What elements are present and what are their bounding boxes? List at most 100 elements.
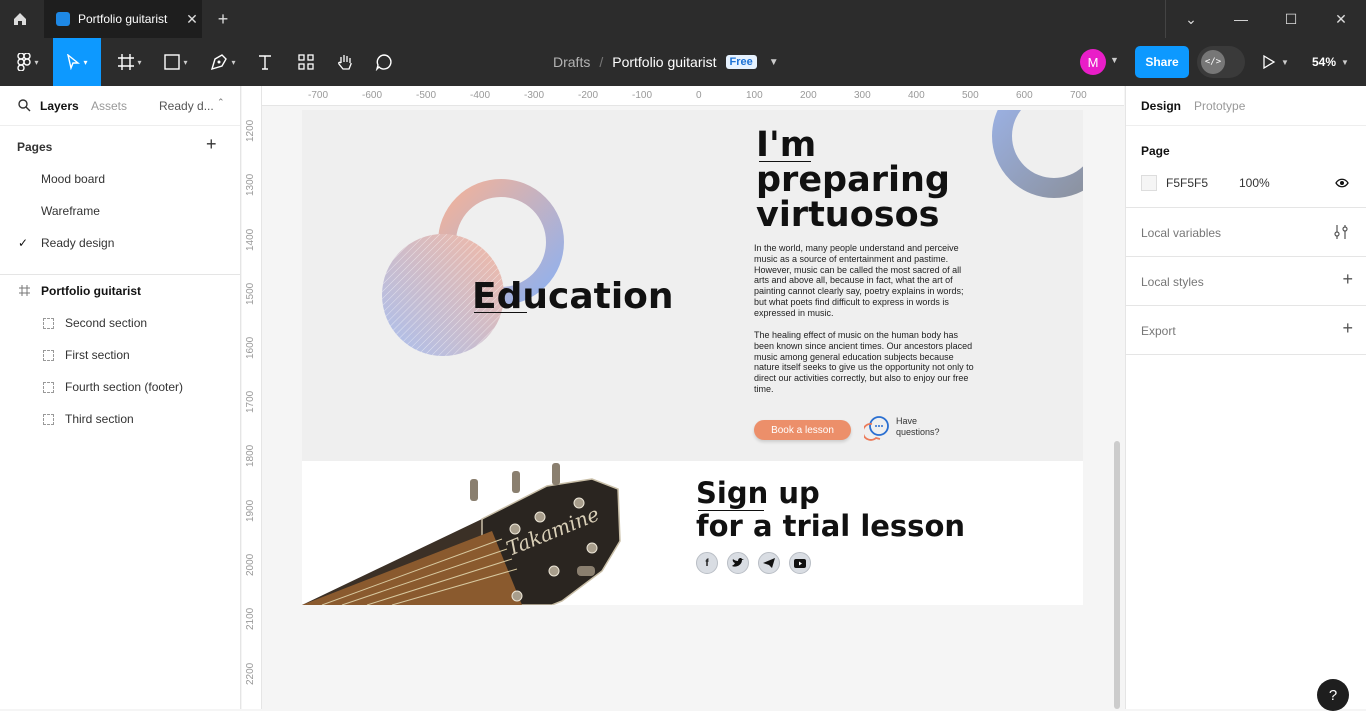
chevron-down-icon[interactable]: ⌄: [1166, 0, 1216, 38]
ruler-vertical: 1200 1300 1400 1500 1600 1700 1800 1900 …: [242, 86, 262, 709]
telegram-icon[interactable]: [758, 552, 780, 574]
play-icon: [1263, 55, 1276, 69]
page-color-value[interactable]: F5F5F5: [1166, 176, 1208, 190]
tab-prototype[interactable]: Prototype: [1194, 99, 1245, 113]
pages-heading: Pages: [17, 140, 53, 154]
design-section-signup[interactable]: Takamine Sign up for a trial lesson f: [302, 461, 1083, 605]
local-variables-section: Local variables: [1126, 208, 1366, 257]
layer-frame-portfolio[interactable]: Portfolio guitarist: [41, 284, 141, 298]
chevron-down-icon: ▾: [34, 57, 39, 67]
ruler-tick: 700: [1070, 90, 1087, 101]
main-menu-button[interactable]: ▾: [8, 38, 48, 86]
twitter-icon[interactable]: [727, 552, 749, 574]
right-panel: Design Prototype Page F5F5F5 100% Local …: [1125, 86, 1366, 709]
design-section-education[interactable]: Education I'm preparing virtuosos In the…: [302, 110, 1083, 461]
avatar[interactable]: M: [1080, 49, 1106, 75]
right-panel-tabs: Design Prototype: [1126, 86, 1366, 126]
page-switcher[interactable]: Ready d...: [159, 99, 214, 113]
maximize-button[interactable]: ☐: [1266, 0, 1316, 38]
book-lesson-button[interactable]: Book a lesson: [754, 420, 851, 440]
search-icon[interactable]: [18, 99, 31, 112]
figma-file-icon: [56, 12, 70, 26]
help-button[interactable]: ?: [1317, 679, 1349, 711]
page-heading: Page: [1141, 144, 1170, 158]
add-style-icon[interactable]: +: [1342, 269, 1353, 290]
text-icon: [259, 55, 271, 70]
youtube-icon[interactable]: [789, 552, 811, 574]
export-section: Export +: [1126, 306, 1366, 355]
close-window-button[interactable]: ✕: [1316, 0, 1366, 38]
text-tool-button[interactable]: [250, 38, 280, 86]
ruler-tick: 1300: [245, 173, 256, 196]
ruler-tick: 1200: [245, 119, 256, 142]
zoom-level: 54%: [1312, 55, 1337, 69]
resources-button[interactable]: [291, 38, 321, 86]
frame-tool-button[interactable]: ▾: [110, 38, 150, 86]
layer-third-section[interactable]: Third section: [65, 412, 134, 426]
present-button[interactable]: ▼: [1262, 38, 1289, 86]
page-item-wareframe[interactable]: Wareframe: [41, 204, 100, 218]
ruler-tick: -400: [470, 90, 491, 101]
page-item-mood-board[interactable]: Mood board: [41, 172, 105, 186]
dev-mode-toggle[interactable]: </>: [1197, 46, 1245, 78]
pen-tool-button[interactable]: ▾: [202, 38, 244, 86]
color-swatch[interactable]: [1141, 175, 1157, 191]
add-export-icon[interactable]: +: [1342, 318, 1353, 339]
variables-settings-icon[interactable]: [1334, 224, 1348, 240]
file-tab[interactable]: Portfolio guitarist ✕: [44, 0, 202, 38]
hero-heading-line: virtuosos: [756, 195, 940, 235]
rectangle-icon: [164, 54, 181, 70]
paper-plane-icon: [763, 558, 775, 568]
left-panel: Layers Assets Ready d... ⌃ Pages + Mood …: [0, 86, 241, 709]
hero-heading: I'm preparing virtuosos: [756, 128, 1036, 233]
chevron-up-icon[interactable]: ⌃: [217, 97, 225, 108]
ruler-tick: -100: [632, 90, 653, 101]
breadcrumb-drafts[interactable]: Drafts: [553, 54, 590, 70]
new-tab-button[interactable]: +: [213, 0, 233, 38]
heading-underline: [474, 312, 527, 313]
eye-icon[interactable]: [1335, 178, 1349, 188]
ruler-tick: 0: [696, 90, 702, 101]
chevron-down-icon[interactable]: ▼: [1110, 55, 1119, 65]
shape-tool-button[interactable]: ▾: [156, 38, 196, 86]
layer-fourth-section[interactable]: Fourth section (footer): [65, 380, 183, 394]
tab-title: Portfolio guitarist: [78, 12, 168, 26]
add-page-icon[interactable]: +: [206, 134, 217, 155]
move-tool-button[interactable]: ▾: [53, 38, 101, 86]
home-button[interactable]: [0, 0, 40, 38]
check-icon: ✓: [18, 236, 29, 250]
ruler-tick: 300: [854, 90, 871, 101]
twitter-bird-icon: [732, 558, 744, 567]
vertical-scrollbar[interactable]: [1114, 441, 1120, 709]
local-styles-section: Local styles +: [1126, 257, 1366, 306]
share-button[interactable]: Share: [1135, 46, 1189, 78]
facebook-icon[interactable]: f: [696, 552, 718, 574]
home-icon: [14, 13, 26, 25]
signup-heading-line: for a trial lesson: [696, 509, 966, 543]
page-item-ready-design[interactable]: Ready design: [41, 236, 114, 250]
chevron-down-icon[interactable]: ▼: [769, 57, 779, 68]
chevron-down-icon: ▾: [231, 57, 236, 67]
tab-layers[interactable]: Layers: [40, 99, 79, 113]
layer-first-section[interactable]: First section: [65, 348, 130, 362]
tab-close-icon[interactable]: ✕: [182, 11, 202, 28]
ruler-tick: 1400: [245, 228, 256, 251]
tab-assets[interactable]: Assets: [91, 99, 127, 113]
questions-text[interactable]: Have questions?: [896, 416, 956, 438]
minimize-button[interactable]: —: [1216, 0, 1266, 38]
breadcrumb-separator: /: [599, 54, 604, 70]
ruler-tick: 1600: [245, 336, 256, 359]
left-panel-tabs: Layers Assets Ready d... ⌃: [0, 86, 240, 126]
hand-tool-button[interactable]: [330, 38, 360, 86]
page-opacity-value[interactable]: 100%: [1239, 176, 1270, 190]
zoom-menu[interactable]: 54% ▼: [1312, 38, 1349, 86]
chevron-down-icon: ▼: [1341, 57, 1349, 67]
toolbar: ▾ ▾ ▾ ▾ ▾ Drafts / Portfolio guitarist F…: [0, 38, 1366, 86]
layer-second-section[interactable]: Second section: [65, 316, 147, 330]
file-name[interactable]: Portfolio guitarist: [612, 54, 716, 70]
tab-design[interactable]: Design: [1141, 99, 1181, 113]
canvas[interactable]: -700 -600 -500 -400 -300 -200 -100 0 100…: [242, 86, 1124, 709]
comment-tool-button[interactable]: [369, 38, 399, 86]
ruler-tick: -700: [308, 90, 329, 101]
heading-underline: [759, 161, 811, 162]
